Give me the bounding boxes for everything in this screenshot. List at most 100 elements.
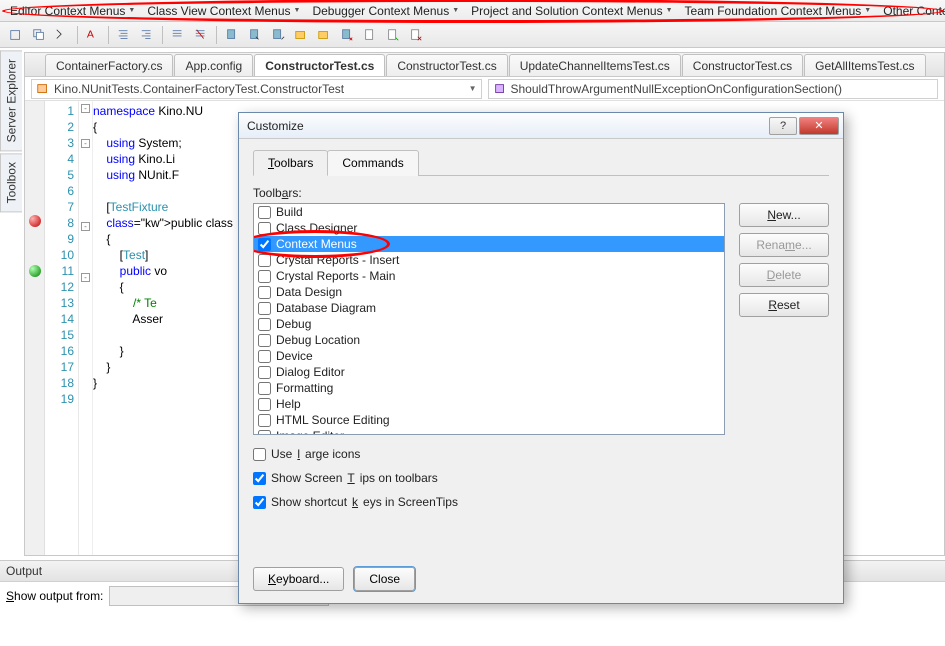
chevron-down-icon: ▼	[128, 7, 135, 14]
toolbar-btn-3[interactable]	[52, 25, 72, 45]
indent-decrease-icon[interactable]	[114, 25, 134, 45]
doc-tab-active[interactable]: ConstructorTest.cs	[254, 54, 385, 76]
toolbar-list-item[interactable]: Build	[254, 204, 724, 220]
toolbar-list-item[interactable]: Class Designer	[254, 220, 724, 236]
toolbar-checkbox[interactable]	[258, 318, 271, 331]
toolbar-btn-4[interactable]: A	[83, 25, 103, 45]
bookmark-folder-next-icon[interactable]	[314, 25, 334, 45]
toolbar-list-item[interactable]: HTML Source Editing	[254, 412, 724, 428]
comment-icon[interactable]	[168, 25, 188, 45]
opt-large-icons[interactable]: Use large icons	[253, 447, 829, 461]
toolbar-btn-doc1[interactable]	[360, 25, 380, 45]
toolbar-checkbox[interactable]	[258, 430, 271, 436]
toolbar-list-item[interactable]: Database Diagram	[254, 300, 724, 316]
toolbar-item-label: Build	[276, 205, 303, 219]
chevron-down-icon: ▼	[452, 7, 459, 14]
toolbar-list-item[interactable]: Crystal Reports - Main	[254, 268, 724, 284]
menu-team-foundation-context[interactable]: Team Foundation Context Menus▼	[681, 2, 876, 20]
crumb-member[interactable]: ShouldThrowArgumentNullExceptionOnConfig…	[488, 79, 939, 99]
server-explorer-tab[interactable]: Server Explorer	[0, 50, 22, 151]
toolbar-checkbox[interactable]	[258, 398, 271, 411]
menu-project-solution-context[interactable]: Project and Solution Context Menus▼	[467, 2, 676, 20]
toolbar-list-item[interactable]: Dialog Editor	[254, 364, 724, 380]
breakpoint-gutter[interactable]	[25, 101, 45, 555]
toolbar-list-item[interactable]: Device	[254, 348, 724, 364]
help-button[interactable]: ?	[769, 117, 797, 135]
menu-classview-context[interactable]: Class View Context Menus▼	[143, 2, 304, 20]
bookmark-folder-prev-icon[interactable]	[291, 25, 311, 45]
toolbar-checkbox[interactable]	[258, 270, 271, 283]
toolbar-checkbox[interactable]	[258, 206, 271, 219]
toolbar-item-label: Device	[276, 349, 313, 363]
chevron-down-icon: ▼	[294, 7, 301, 14]
dialog-options: Use large icons Show ScreenTips on toolb…	[253, 447, 829, 509]
dialog-footer: Keyboard... Close	[253, 567, 415, 591]
toolbar-list-item[interactable]: Data Design	[254, 284, 724, 300]
chevron-down-icon: ▼	[666, 7, 673, 14]
menu-other-context[interactable]: Other Context Me▼	[879, 2, 945, 20]
toolbar-item-label: Database Diagram	[276, 301, 376, 315]
toolbar-checkbox[interactable]	[258, 414, 271, 427]
close-button[interactable]: Close	[354, 567, 415, 591]
toolbar-list-item[interactable]: Crystal Reports - Insert	[254, 252, 724, 268]
output-from-label: Show output from:	[6, 589, 103, 603]
toolbar-item-label: Crystal Reports - Insert	[276, 253, 399, 267]
toolbar-btn-1[interactable]	[6, 25, 26, 45]
menu-debugger-context[interactable]: Debugger Context Menus▼	[308, 2, 463, 20]
toolbar-list-item[interactable]: Debug	[254, 316, 724, 332]
new-button[interactable]: New...	[739, 203, 829, 227]
toolbar-list-item[interactable]: Help	[254, 396, 724, 412]
toolbar-list-item[interactable]: Context Menus	[254, 236, 724, 252]
uncomment-icon[interactable]	[191, 25, 211, 45]
toolbar-checkbox[interactable]	[258, 302, 271, 315]
opt-shortcut-keys[interactable]: Show shortcut keys in ScreenTips	[253, 495, 829, 509]
toolbar-list-item[interactable]: Debug Location	[254, 332, 724, 348]
doc-tab[interactable]: App.config	[174, 54, 253, 76]
toolbar-list-item[interactable]: Image Editor	[254, 428, 724, 435]
doc-tab[interactable]: ConstructorTest.cs	[386, 54, 507, 76]
toolbar-checkbox[interactable]	[258, 222, 271, 235]
toolbar-checkbox[interactable]	[258, 238, 271, 251]
toolbar-item-label: Debug	[276, 317, 311, 331]
toolbar-btn-doc2[interactable]	[383, 25, 403, 45]
toolbar-checkbox[interactable]	[258, 366, 271, 379]
toolbar-checkbox[interactable]	[258, 350, 271, 363]
doc-tab[interactable]: ConstructorTest.cs	[682, 54, 803, 76]
toolbox-tab[interactable]: Toolbox	[0, 153, 22, 212]
document-tabs: ContainerFactory.cs App.config Construct…	[25, 53, 944, 77]
rename-button: Rename...	[739, 233, 829, 257]
toolbar-checkbox[interactable]	[258, 254, 271, 267]
bookmark-next-icon[interactable]	[268, 25, 288, 45]
toolbar-checkbox[interactable]	[258, 334, 271, 347]
doc-tab[interactable]: UpdateChannelItemsTest.cs	[509, 54, 681, 76]
doc-tab[interactable]: ContainerFactory.cs	[45, 54, 173, 76]
dialog-title: Customize	[247, 119, 767, 133]
toolbar-item-label: Image Editor	[276, 429, 344, 435]
toolbar-list-item[interactable]: Formatting	[254, 380, 724, 396]
class-icon	[36, 82, 50, 96]
toolbar-checkbox[interactable]	[258, 382, 271, 395]
bookmark-clear-icon[interactable]	[337, 25, 357, 45]
reset-button[interactable]: Reset	[739, 293, 829, 317]
toolbars-listbox[interactable]: BuildClass DesignerContext MenusCrystal …	[253, 203, 725, 435]
toolbar-item-label: Class Designer	[276, 221, 357, 235]
dialog-titlebar[interactable]: Customize ? ✕	[239, 113, 843, 139]
chevron-down-icon: ▼	[469, 84, 477, 93]
crumb-type[interactable]: Kino.NUnitTests.ContainerFactoryTest.Con…	[31, 79, 482, 99]
keyboard-button[interactable]: Keyboard...	[253, 567, 344, 591]
toolbar-btn-doc3[interactable]	[406, 25, 426, 45]
left-tool-tabs: Server Explorer Toolbox	[0, 50, 22, 213]
close-x-button[interactable]: ✕	[799, 117, 839, 135]
bookmark-prev-icon[interactable]	[245, 25, 265, 45]
menu-editor-context[interactable]: Editor Context Menus▼	[6, 2, 139, 20]
toolbar-item-label: Dialog Editor	[276, 365, 345, 379]
tab-toolbars[interactable]: Toolbars	[253, 150, 328, 176]
toolbar-btn-2[interactable]	[29, 25, 49, 45]
bookmark-toggle-icon[interactable]	[222, 25, 242, 45]
opt-screentips[interactable]: Show ScreenTips on toolbars	[253, 471, 829, 485]
folding-gutter[interactable]: ----	[79, 101, 93, 555]
toolbar-checkbox[interactable]	[258, 286, 271, 299]
tab-commands[interactable]: Commands	[327, 150, 418, 176]
doc-tab[interactable]: GetAllItemsTest.cs	[804, 54, 925, 76]
indent-increase-icon[interactable]	[137, 25, 157, 45]
